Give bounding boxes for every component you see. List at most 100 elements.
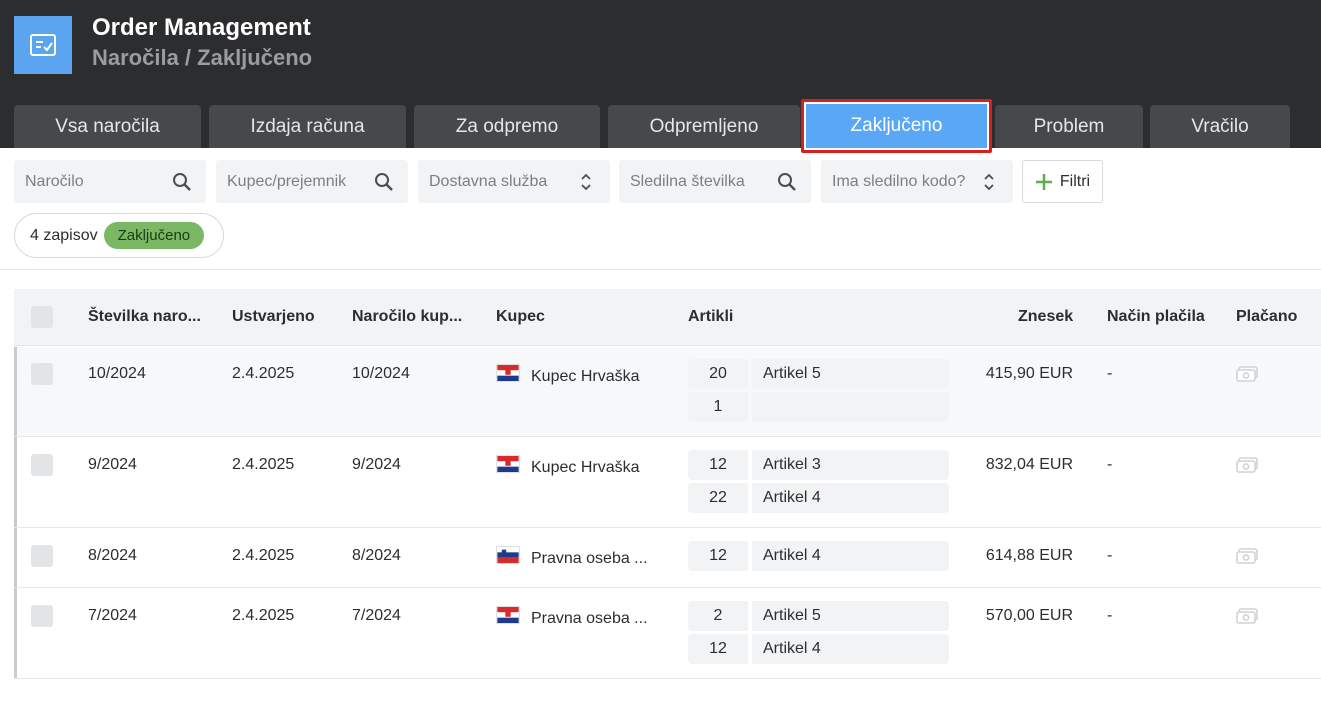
croatia-flag-icon (496, 455, 520, 473)
shipping-service-select[interactable]: Dostavna služba (418, 160, 610, 203)
croatia-flag-icon (496, 364, 520, 382)
money-icon[interactable] (1236, 608, 1258, 624)
money-icon[interactable] (1236, 548, 1258, 564)
customer-order: 7/2024 (352, 607, 401, 624)
row-checkbox[interactable] (31, 545, 53, 567)
created-date: 2.4.2025 (232, 547, 295, 564)
item-quantity: 20 (688, 359, 748, 389)
row-indicator (14, 347, 17, 436)
slovenia-flag-icon (496, 546, 520, 564)
header-order-number[interactable]: Številka naro... (88, 308, 201, 326)
tracking-number-placeholder: Sledilna številka (630, 172, 745, 190)
order-amount: 415,90 EUR (985, 365, 1073, 382)
tab-completed[interactable]: Zaključeno (801, 99, 992, 153)
header-payment-method[interactable]: Način plačila (1107, 308, 1205, 326)
order-amount: 570,00 EUR (985, 607, 1073, 624)
search-icon (778, 173, 796, 191)
header-created[interactable]: Ustvarjeno (232, 308, 315, 326)
filters-button[interactable]: Filtri (1022, 160, 1103, 203)
created-date: 2.4.2025 (232, 456, 295, 473)
row-indicator (14, 528, 17, 587)
status-badge[interactable]: Zaključeno (103, 222, 205, 249)
customer-order: 9/2024 (352, 456, 401, 473)
page-title: Order Management (92, 14, 311, 41)
item-name (752, 392, 949, 422)
row-checkbox[interactable] (31, 363, 53, 385)
item-name: Artikel 4 (752, 634, 949, 664)
order-number[interactable]: 10/2024 (88, 365, 146, 383)
table-row[interactable]: 8/2024 2.4.2025 8/2024 Pravna oseba ... … (14, 528, 1321, 588)
table-row[interactable]: 7/2024 2.4.2025 7/2024 Pravna oseba ... … (14, 588, 1321, 679)
money-icon[interactable] (1236, 366, 1258, 382)
order-search-input[interactable]: Naročilo (14, 160, 206, 203)
item-name: Artikel 5 (752, 601, 949, 631)
order-search-placeholder: Naročilo (25, 172, 84, 190)
updown-icon (984, 173, 994, 191)
record-count: 4 zapisov (30, 226, 98, 244)
order-number[interactable]: 7/2024 (88, 607, 137, 625)
croatia-flag-icon (496, 606, 520, 624)
customer-name[interactable]: Kupec Hrvaška (531, 368, 640, 386)
table-row[interactable]: 9/2024 2.4.2025 9/2024 Kupec Hrvaška 12 … (14, 437, 1321, 528)
row-checkbox[interactable] (31, 605, 53, 627)
row-checkbox[interactable] (31, 454, 53, 476)
item-name: Artikel 4 (752, 541, 949, 571)
customer-name[interactable]: Pravna oseba ... (531, 550, 648, 568)
row-indicator (14, 437, 17, 527)
table-header: Številka naro... Ustvarjeno Naročilo kup… (14, 289, 1321, 346)
search-icon (173, 173, 191, 191)
tab-shipped[interactable]: Odpremljeno (608, 105, 800, 148)
header-customer[interactable]: Kupec (496, 308, 545, 326)
customer-search-input[interactable]: Kupec/prejemnik (216, 160, 408, 203)
plus-icon (1035, 173, 1052, 190)
order-amount: 614,88 EUR (985, 547, 1073, 564)
header-items[interactable]: Artikli (688, 308, 733, 326)
tab-invoicing[interactable]: Izdaja računa (209, 105, 406, 148)
item-quantity: 2 (688, 601, 748, 631)
header-amount[interactable]: Znesek (1018, 308, 1073, 326)
customer-search-placeholder: Kupec/prejemnik (227, 172, 347, 190)
filters-button-label: Filtri (1059, 172, 1091, 190)
breadcrumb: Naročila / Zaključeno (92, 45, 313, 70)
money-icon[interactable] (1236, 457, 1258, 473)
select-all-checkbox[interactable] (31, 306, 53, 328)
item-quantity: 12 (688, 541, 748, 571)
order-number[interactable]: 8/2024 (88, 547, 137, 565)
customer-name[interactable]: Pravna oseba ... (531, 610, 648, 628)
tab-problem[interactable]: Problem (995, 105, 1143, 148)
app-header: Order Management Naročila / Zaključeno V… (0, 0, 1321, 153)
customer-name[interactable]: Kupec Hrvaška (531, 459, 640, 477)
item-quantity: 12 (688, 450, 748, 480)
item-quantity: 1 (688, 392, 748, 422)
shipping-service-placeholder: Dostavna služba (429, 172, 548, 190)
search-icon (375, 173, 393, 191)
row-indicator (14, 588, 17, 678)
item-name: Artikel 4 (752, 483, 949, 513)
item-name: Artikel 3 (752, 450, 949, 480)
created-date: 2.4.2025 (232, 607, 295, 624)
customer-order: 10/2024 (352, 365, 410, 382)
has-tracking-placeholder: Ima sledilno kodo? (832, 172, 966, 190)
tab-to-ship[interactable]: Za odpremo (414, 105, 600, 148)
item-quantity: 22 (688, 483, 748, 513)
divider (0, 269, 1321, 270)
payment-method: - (1107, 547, 1113, 564)
app-icon (14, 16, 72, 74)
item-quantity: 12 (688, 634, 748, 664)
tab-returned[interactable]: Vračilo (1150, 105, 1290, 148)
table-row[interactable]: 10/2024 2.4.2025 10/2024 Kupec Hrvaška 2… (14, 347, 1321, 437)
has-tracking-select[interactable]: Ima sledilno kodo? (821, 160, 1013, 203)
tracking-number-input[interactable]: Sledilna številka (619, 160, 811, 203)
payment-method: - (1107, 456, 1113, 473)
payment-method: - (1107, 607, 1113, 624)
customer-order: 8/2024 (352, 547, 401, 564)
header-paid[interactable]: Plačano (1236, 308, 1297, 326)
order-number[interactable]: 9/2024 (88, 456, 137, 474)
tab-all-orders[interactable]: Vsa naročila (14, 105, 201, 148)
updown-icon (581, 173, 591, 191)
payment-method: - (1107, 365, 1113, 382)
record-count-pill: 4 zapisov Zaključeno (14, 213, 224, 258)
order-amount: 832,04 EUR (985, 456, 1073, 473)
created-date: 2.4.2025 (232, 365, 295, 382)
header-customer-order[interactable]: Naročilo kup... (352, 308, 462, 326)
